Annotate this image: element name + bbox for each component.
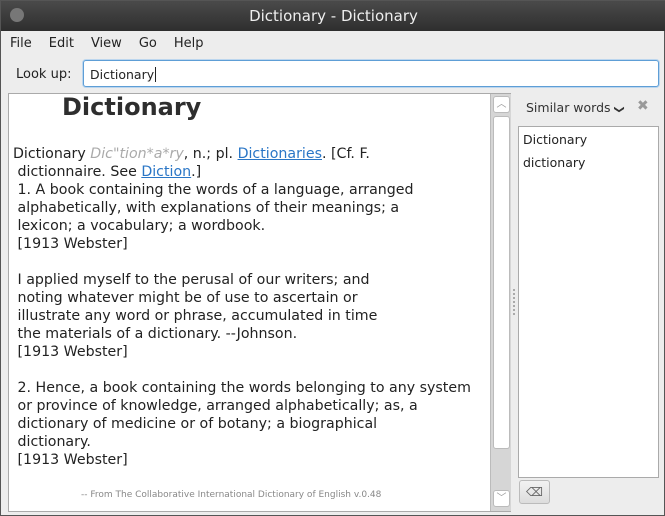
window-close-button[interactable] bbox=[10, 8, 24, 22]
similar-words-dropdown[interactable]: Similar words ❯ bbox=[526, 100, 625, 115]
definition-text: 1. A book containing the words of a lang… bbox=[17, 182, 471, 468]
text: , n.; pl. bbox=[183, 146, 238, 162]
backspace-icon: ⌫ bbox=[526, 485, 543, 499]
title-bar: Dictionary - Dictionary bbox=[1, 1, 665, 31]
definition-pane: Dictionary Dictionary Dic"tion*a*ry, n.;… bbox=[8, 93, 511, 512]
link-diction[interactable]: Diction bbox=[141, 164, 191, 180]
list-item[interactable]: dictionary bbox=[519, 150, 658, 173]
menu-edit[interactable]: Edit bbox=[40, 32, 82, 56]
text: .] bbox=[191, 164, 202, 180]
menu-help[interactable]: Help bbox=[165, 32, 212, 56]
menu-file[interactable]: File bbox=[1, 32, 40, 56]
menu-view[interactable]: View bbox=[82, 32, 130, 56]
chevron-down-icon: ❯ bbox=[613, 105, 625, 114]
lookup-value: Dictionary bbox=[90, 67, 155, 82]
entry-word: Dictionary bbox=[13, 146, 86, 162]
menu-go[interactable]: Go bbox=[130, 32, 165, 56]
pane-resize-handle[interactable] bbox=[513, 289, 516, 315]
lookup-input[interactable]: Dictionary bbox=[83, 60, 659, 87]
source-note: -- From The Collaborative International … bbox=[81, 490, 382, 500]
window-title: Dictionary - Dictionary bbox=[249, 7, 418, 25]
menu-bar: File Edit View Go Help bbox=[1, 32, 211, 56]
scroll-down-button[interactable]: ﹀ bbox=[493, 490, 510, 507]
list-item[interactable]: Dictionary bbox=[519, 127, 658, 150]
scroll-up-button[interactable]: ︿ bbox=[493, 96, 510, 113]
lookup-label: Look up: bbox=[16, 67, 72, 82]
similar-words-list: Dictionary dictionary bbox=[518, 126, 659, 478]
clear-button[interactable]: ⌫ bbox=[519, 480, 550, 504]
headword: Dictionary bbox=[62, 93, 202, 121]
text: dictionnaire. See bbox=[13, 164, 142, 180]
pronunciation: Dic"tion*a*ry bbox=[90, 146, 184, 162]
scrollbar[interactable]: ︿ ﹀ bbox=[490, 94, 511, 511]
text: . [Cf. F. bbox=[322, 146, 370, 162]
link-dictionaries[interactable]: Dictionaries bbox=[238, 146, 322, 162]
similar-words-label: Similar words bbox=[526, 100, 611, 115]
close-icon[interactable]: ✖ bbox=[637, 98, 649, 114]
scrollbar-thumb[interactable] bbox=[493, 116, 510, 449]
